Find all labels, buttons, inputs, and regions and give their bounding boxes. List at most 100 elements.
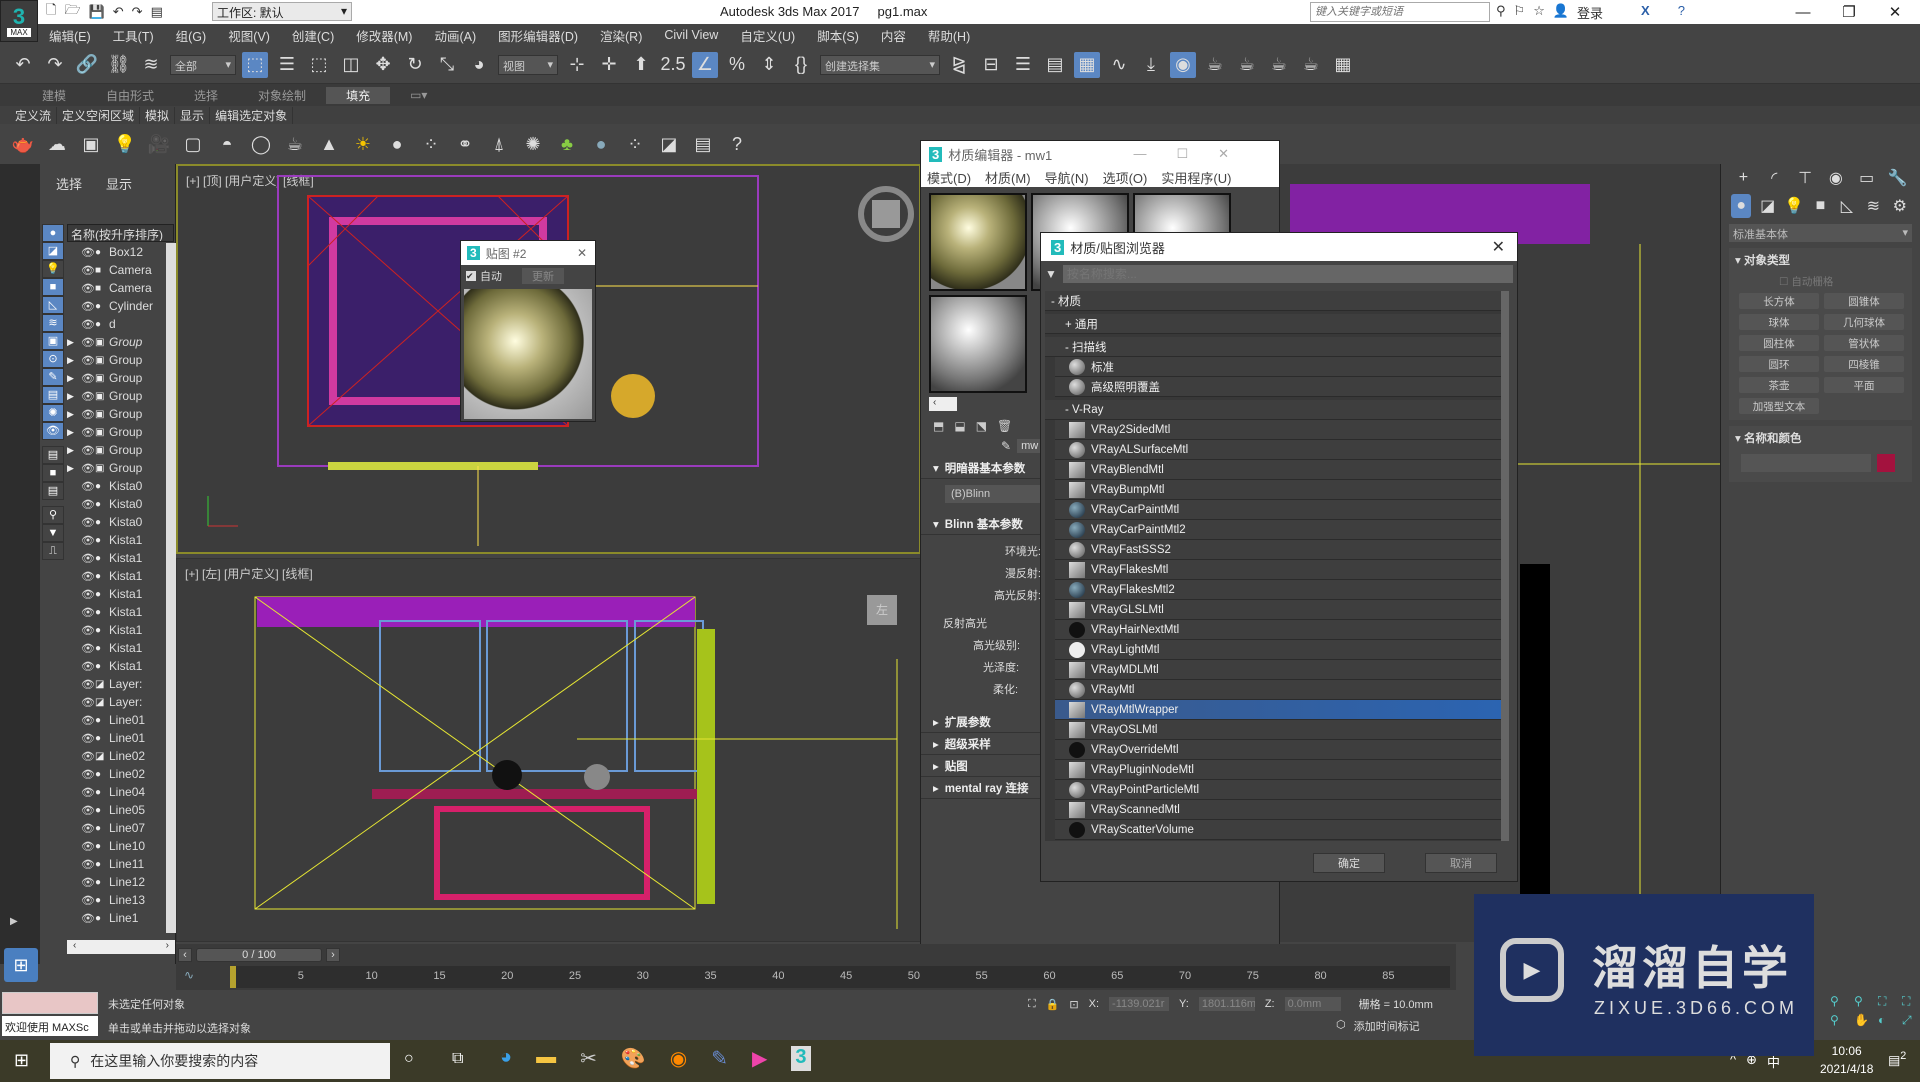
material-list-item[interactable]: VRayFlakesMtl (1055, 560, 1509, 580)
scene-list-item[interactable]: ▶ 👁 ▣ Group (67, 387, 166, 405)
visibility-eye-icon[interactable]: 👁 (81, 354, 95, 367)
cortana-icon[interactable]: ○ (404, 1050, 414, 1068)
material-editor-titlebar[interactable]: 3 材质编辑器 - mw1 —☐✕ (921, 141, 1279, 167)
visibility-eye-icon[interactable]: 👁 (81, 570, 95, 583)
snaps-toggle-icon[interactable]: 2.5 (660, 52, 686, 78)
undo-icon[interactable]: ↶ (10, 52, 36, 78)
spacewarps-filter-icon[interactable]: ≋ (42, 314, 64, 332)
redo-icon[interactable]: ↷ (132, 4, 143, 20)
clock[interactable]: 10:06 2021/4/18 (1820, 1042, 1873, 1078)
tab-display[interactable]: 显示 (106, 174, 132, 193)
vray-color-icon[interactable]: ⁘ (622, 131, 648, 157)
scene-list-item[interactable]: 👁 ● Kista1 (67, 639, 166, 657)
scene-list-item[interactable]: 👁 ● Line05 (67, 801, 166, 819)
menu-options[interactable]: 选项(O) (1103, 168, 1148, 187)
layer-icon[interactable]: ⎍ (42, 542, 64, 560)
visibility-eye-icon[interactable]: 👁 (81, 444, 95, 457)
group-vray[interactable]: - V-Ray (1045, 400, 1509, 420)
visibility-eye-icon[interactable]: 👁 (81, 588, 95, 601)
auto-checkbox[interactable]: ✔ (466, 271, 476, 281)
scene-list-item[interactable]: 👁 ■ Camera (67, 279, 166, 297)
scene-list-item[interactable]: 👁 ● Line01 (67, 711, 166, 729)
help-search-input[interactable] (1310, 2, 1490, 22)
primitive-button[interactable]: 平面 (1824, 377, 1904, 393)
scene-list-item[interactable]: 👁 ● Kista0 (67, 495, 166, 513)
shapes-filter-icon[interactable]: ◪ (42, 242, 64, 260)
visibility-eye-icon[interactable]: 👁 (81, 300, 95, 313)
expand-arrow-icon[interactable]: ▶ (67, 391, 81, 402)
time-slider-handle[interactable]: 0 / 100 (196, 948, 322, 962)
material-list-item[interactable]: VRayLightMtl (1055, 640, 1509, 660)
vray-sphere-icon[interactable]: ✺ (520, 131, 546, 157)
object-name-input[interactable] (1741, 454, 1871, 472)
lock-icon[interactable]: 🔒 (1046, 998, 1060, 1011)
visibility-eye-icon[interactable]: 👁 (81, 660, 95, 673)
shader-dropdown[interactable]: (B)Blinn (945, 485, 1055, 503)
filter-off-icon[interactable]: ⚲ (42, 506, 64, 524)
scene-list-item[interactable]: 👁 ● Kista1 (67, 585, 166, 603)
visibility-eye-icon[interactable]: 👁 (81, 336, 95, 349)
keyboard-shortcut-icon[interactable]: ⬆ (628, 52, 654, 78)
material-list-item[interactable]: VRayScatterVolume (1055, 820, 1509, 840)
visibility-eye-icon[interactable]: 👁 (81, 840, 95, 853)
groups-filter-icon[interactable]: ▣ (42, 332, 64, 350)
isolate-selection-icon[interactable]: ⛶ (1028, 998, 1036, 1011)
undo-icon[interactable]: ↶ (113, 4, 124, 20)
primitive-button[interactable]: 圆锥体 (1824, 293, 1904, 309)
geometry-filter-icon[interactable]: ● (42, 224, 64, 242)
visibility-eye-icon[interactable]: 👁 (81, 246, 95, 259)
visibility-eye-icon[interactable]: 👁 (81, 786, 95, 799)
user-icon[interactable]: 👤 (1553, 3, 1569, 22)
display-none-icon[interactable]: ▤ (42, 446, 64, 464)
viewcube[interactable]: 左 (867, 595, 897, 625)
menu-group[interactable]: 组(G) (165, 26, 218, 45)
visibility-eye-icon[interactable]: 👁 (81, 390, 95, 403)
lights-filter-icon[interactable]: 💡 (42, 260, 64, 278)
window-crossing-icon[interactable]: ◫ (338, 52, 364, 78)
notification-center-icon[interactable]: ▤2 (1888, 1050, 1906, 1068)
scene-list-item[interactable]: 👁 ■ Camera (67, 261, 166, 279)
paint-icon[interactable]: 🎨 (621, 1046, 646, 1071)
binoculars-icon[interactable]: ⚲ (1496, 3, 1506, 22)
display-button[interactable]: 显示 (175, 106, 211, 124)
menu-material[interactable]: 材质(M) (985, 168, 1031, 187)
utilities-tab-icon[interactable]: 🔧 (1883, 166, 1912, 190)
visibility-eye-icon[interactable]: 👁 (81, 372, 95, 385)
xrefs-filter-icon[interactable]: ⊙ (42, 350, 64, 368)
material-list-item[interactable]: VRayBlendMtl (1055, 460, 1509, 480)
scene-list-item[interactable]: 👁 ● Kista0 (67, 477, 166, 495)
menu-edit[interactable]: 编辑(E) (38, 26, 102, 45)
rect-selection-icon[interactable]: ⬚ (306, 52, 332, 78)
cameras-filter-icon[interactable]: ■ (42, 278, 64, 296)
z-coordinate-field[interactable]: 0.0mm (1284, 997, 1341, 1011)
scene-list-item[interactable]: 👁 ● d (67, 315, 166, 333)
angle-snap-icon[interactable]: ∠ (692, 51, 718, 78)
visibility-eye-icon[interactable]: 👁 (81, 876, 95, 889)
scene-hscrollbar[interactable]: ‹ › (67, 940, 175, 954)
vray-dome-light-icon[interactable]: ◓ (214, 131, 240, 157)
primitive-button[interactable]: 几何球体 (1824, 314, 1904, 330)
scene-list-item[interactable]: ▶ 👁 ▣ Group (67, 459, 166, 477)
visibility-eye-icon[interactable]: 👁 (81, 822, 95, 835)
tab-selection[interactable]: 选择 (174, 87, 238, 104)
zoom-region-icon[interactable]: ⚲ (1830, 1013, 1850, 1028)
scene-list-item[interactable]: ▶ 👁 ▣ Group (67, 369, 166, 387)
expand-arrow-icon[interactable]: ▶ (67, 445, 81, 456)
visibility-eye-icon[interactable]: 👁 (81, 912, 95, 925)
display-invert-icon[interactable]: ■ (42, 464, 64, 482)
scene-list-item[interactable]: 👁 ● Line04 (67, 783, 166, 801)
options-triangle-icon[interactable]: ▼ (1045, 267, 1057, 281)
edge-icon[interactable]: ◕ (500, 1046, 512, 1071)
viewcube-face[interactable] (872, 200, 900, 228)
scene-list-item[interactable]: 👁 ● Kista0 (67, 513, 166, 531)
placement-icon[interactable]: ◕ (466, 52, 492, 78)
viewcube[interactable] (858, 186, 914, 242)
material-list-item[interactable]: VRayScannedMtl (1055, 800, 1509, 820)
material-list-item[interactable]: VRayPluginNodeMtl (1055, 760, 1509, 780)
filter-icon[interactable]: ▼ (42, 524, 64, 542)
scene-list-item[interactable]: 👁 ● Line13 (67, 891, 166, 909)
maximize-viewport-icon[interactable]: ⤢ (1902, 1013, 1920, 1028)
vray-light-plane-icon[interactable]: ▢ (180, 131, 206, 157)
scene-list-item[interactable]: 👁 ● Line12 (67, 873, 166, 891)
group-scanline[interactable]: - 扫描线 (1045, 337, 1509, 357)
